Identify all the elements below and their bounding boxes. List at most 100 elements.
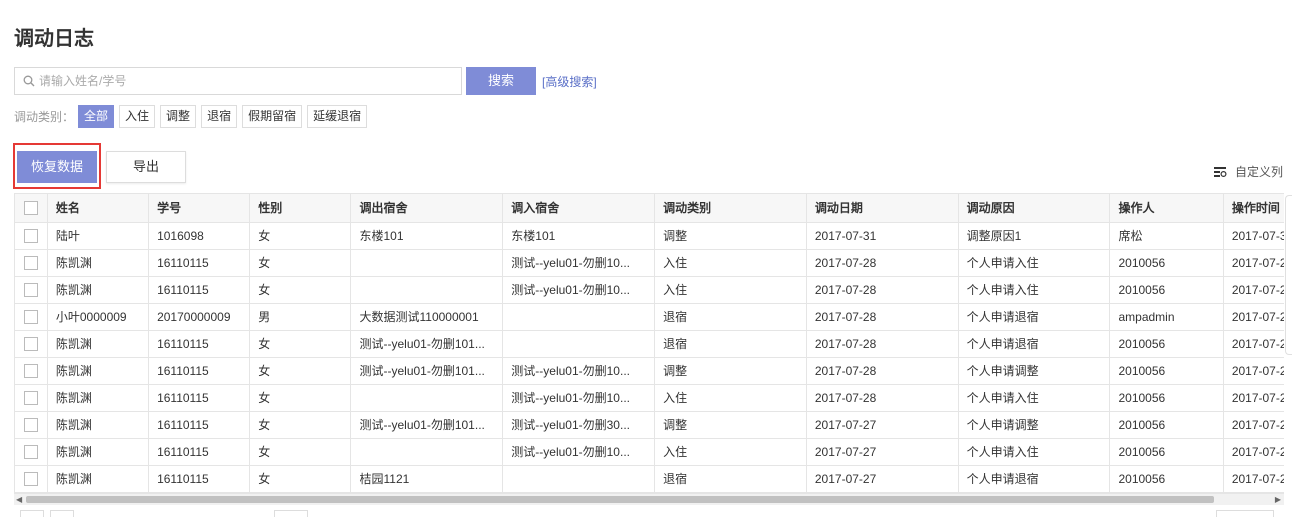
table-cell: 男	[249, 303, 352, 331]
table-cell	[502, 330, 656, 358]
log-table: 姓名 学号 性别 调出宿舍 调入宿舍 调动类别 调动日期 调动原因 操作人 操作…	[14, 193, 1284, 505]
table-cell: 陆叶	[47, 222, 150, 250]
next-page-button[interactable]	[50, 510, 74, 517]
table-cell	[350, 384, 504, 412]
restore-data-button[interactable]: 恢复数据	[17, 151, 97, 183]
table-cell: 1016098	[148, 222, 251, 250]
advanced-search-link[interactable]: [高级搜索]	[542, 73, 597, 90]
search-box[interactable]	[14, 67, 462, 95]
table-cell: 2017-07-27	[1223, 411, 1284, 439]
table-cell: 2017-07-28	[806, 384, 959, 412]
horizontal-scrollbar[interactable]: ◀ ▶	[14, 493, 1284, 505]
scroll-left-icon[interactable]: ◀	[16, 495, 22, 505]
table-cell: 席松	[1109, 222, 1224, 250]
table-cell: 女	[249, 465, 352, 493]
filter-chip-adjust[interactable]: 调整	[160, 104, 197, 128]
table-row[interactable]: 陈凯渊 16110115 女测试--yelu01-勿删10... 入住 2017-07-…	[15, 249, 1284, 277]
row-checkbox[interactable]	[24, 228, 38, 243]
table-cell: 大数据测试110000001	[350, 303, 504, 331]
table-cell: 女	[249, 249, 352, 277]
table-cell: 个人申请入住	[958, 384, 1111, 412]
row-checkbox[interactable]	[24, 309, 38, 324]
search-icon	[23, 75, 35, 87]
row-checkbox[interactable]	[24, 255, 38, 270]
table-cell: 个人申请退宿	[958, 330, 1111, 358]
column-header[interactable]: 调入宿舍	[502, 194, 656, 223]
table-cell: 2017-07-27	[1223, 465, 1284, 493]
table-cell: 2017-07-28	[1223, 357, 1284, 385]
table-cell: 陈凯渊	[47, 384, 150, 412]
table-cell: 16110115	[148, 330, 251, 358]
table-cell: 2017-07-28	[806, 357, 959, 385]
filter-chip-all[interactable]: 全部	[78, 104, 115, 128]
search-input[interactable]	[39, 68, 459, 94]
table-cell: 2010056	[1109, 384, 1224, 412]
table-cell: 入住	[654, 276, 807, 304]
table-row[interactable]: 小叶0000009 20170000009 男大数据测试110000001 退宿 201…	[15, 303, 1284, 331]
table-header-row: 姓名 学号 性别 调出宿舍 调入宿舍 调动类别 调动日期 调动原因 操作人 操作…	[15, 194, 1284, 223]
column-header[interactable]: 调动类别	[654, 194, 807, 223]
table-cell: 2017-07-27	[806, 465, 959, 493]
prev-page-button[interactable]	[20, 510, 44, 517]
table-cell: 16110115	[148, 438, 251, 466]
table-cell: 2017-07-28	[806, 330, 959, 358]
filter-chip-checkin[interactable]: 入住	[119, 104, 156, 128]
table-cell: 2017-07-28	[806, 303, 959, 331]
table-cell: 个人申请入住	[958, 249, 1111, 277]
table-row[interactable]: 陈凯渊 16110115 女测试--yelu01-勿删10... 入住 2017-07-…	[15, 276, 1284, 304]
table-cell: 测试--yelu01-勿删10...	[502, 438, 656, 466]
column-header[interactable]: 学号	[148, 194, 251, 223]
table-row[interactable]: 陈凯渊 16110115 女测试--yelu01-勿删10... 入住 2017-07-…	[15, 384, 1284, 412]
table-cell: 16110115	[148, 249, 251, 277]
filter-chip-holiday-stay[interactable]: 假期留宿	[242, 104, 303, 128]
table-cell: 东楼101	[502, 222, 656, 250]
search-button[interactable]: 搜索	[466, 67, 536, 95]
table-cell: 2017-07-28	[806, 276, 959, 304]
row-checkbox[interactable]	[24, 444, 38, 459]
table-row[interactable]: 陈凯渊 16110115 女测试--yelu01-勿删10... 入住 2017-07-…	[15, 438, 1284, 466]
select-all-checkbox[interactable]	[24, 201, 38, 216]
custom-columns-button[interactable]: 自定义列	[1214, 163, 1283, 180]
page-size-select[interactable]	[1216, 510, 1274, 517]
row-checkbox[interactable]	[24, 390, 38, 405]
table-row[interactable]: 陈凯渊 16110115 女桔园1121 退宿 2017-07-27 个人申请退宿 2010…	[15, 465, 1284, 493]
scroll-right-icon[interactable]: ▶	[1275, 495, 1281, 505]
table-cell: 测试--yelu01-勿删10...	[502, 384, 656, 412]
column-header[interactable]: 操作人	[1109, 194, 1224, 223]
column-header[interactable]: 调动日期	[806, 194, 959, 223]
table-row[interactable]: 陈凯渊 16110115 女测试--yelu01-勿删101... 测试--yelu0…	[15, 357, 1284, 385]
table-row[interactable]: 陈凯渊 16110115 女测试--yelu01-勿删101... 退宿 2017-07…	[15, 330, 1284, 358]
column-header[interactable]: 调动原因	[958, 194, 1111, 223]
table-cell: ampadmin	[1109, 303, 1224, 331]
table-cell: 调整	[654, 222, 807, 250]
table-cell: 2010056	[1109, 276, 1224, 304]
row-checkbox[interactable]	[24, 471, 38, 486]
row-checkbox[interactable]	[24, 363, 38, 378]
export-button[interactable]: 导出	[106, 151, 186, 183]
column-header[interactable]: 性别	[249, 194, 352, 223]
table-cell: 退宿	[654, 465, 807, 493]
table-cell: 个人申请调整	[958, 411, 1111, 439]
page-number-input[interactable]	[274, 510, 308, 517]
scrollbar-thumb[interactable]	[26, 496, 1214, 503]
table-cell: 陈凯渊	[47, 357, 150, 385]
table-cell: 16110115	[148, 384, 251, 412]
row-checkbox[interactable]	[24, 282, 38, 297]
side-panel-tab[interactable]	[1285, 195, 1292, 355]
table-cell: 调整	[654, 357, 807, 385]
table-cell: 陈凯渊	[47, 249, 150, 277]
table-cell: 2010056	[1109, 465, 1224, 493]
table-row[interactable]: 陈凯渊 16110115 女测试--yelu01-勿删101... 测试--yelu0…	[15, 411, 1284, 439]
table-cell: 退宿	[654, 330, 807, 358]
row-checkbox[interactable]	[24, 417, 38, 432]
column-header[interactable]: 调出宿舍	[350, 194, 504, 223]
table-cell: 女	[249, 222, 352, 250]
table-row[interactable]: 陆叶 1016098 女东楼101 东楼101 调整 2017-07-31 调整原因1 席松 2…	[15, 222, 1284, 250]
table-cell: 退宿	[654, 303, 807, 331]
column-header[interactable]: 操作时间	[1223, 194, 1284, 223]
column-header[interactable]: 姓名	[47, 194, 150, 223]
filter-chip-deferred-checkout[interactable]: 延缓退宿	[307, 104, 368, 128]
filter-chip-checkout[interactable]: 退宿	[201, 104, 238, 128]
row-checkbox[interactable]	[24, 336, 38, 351]
table-cell: 2017-07-27	[806, 411, 959, 439]
